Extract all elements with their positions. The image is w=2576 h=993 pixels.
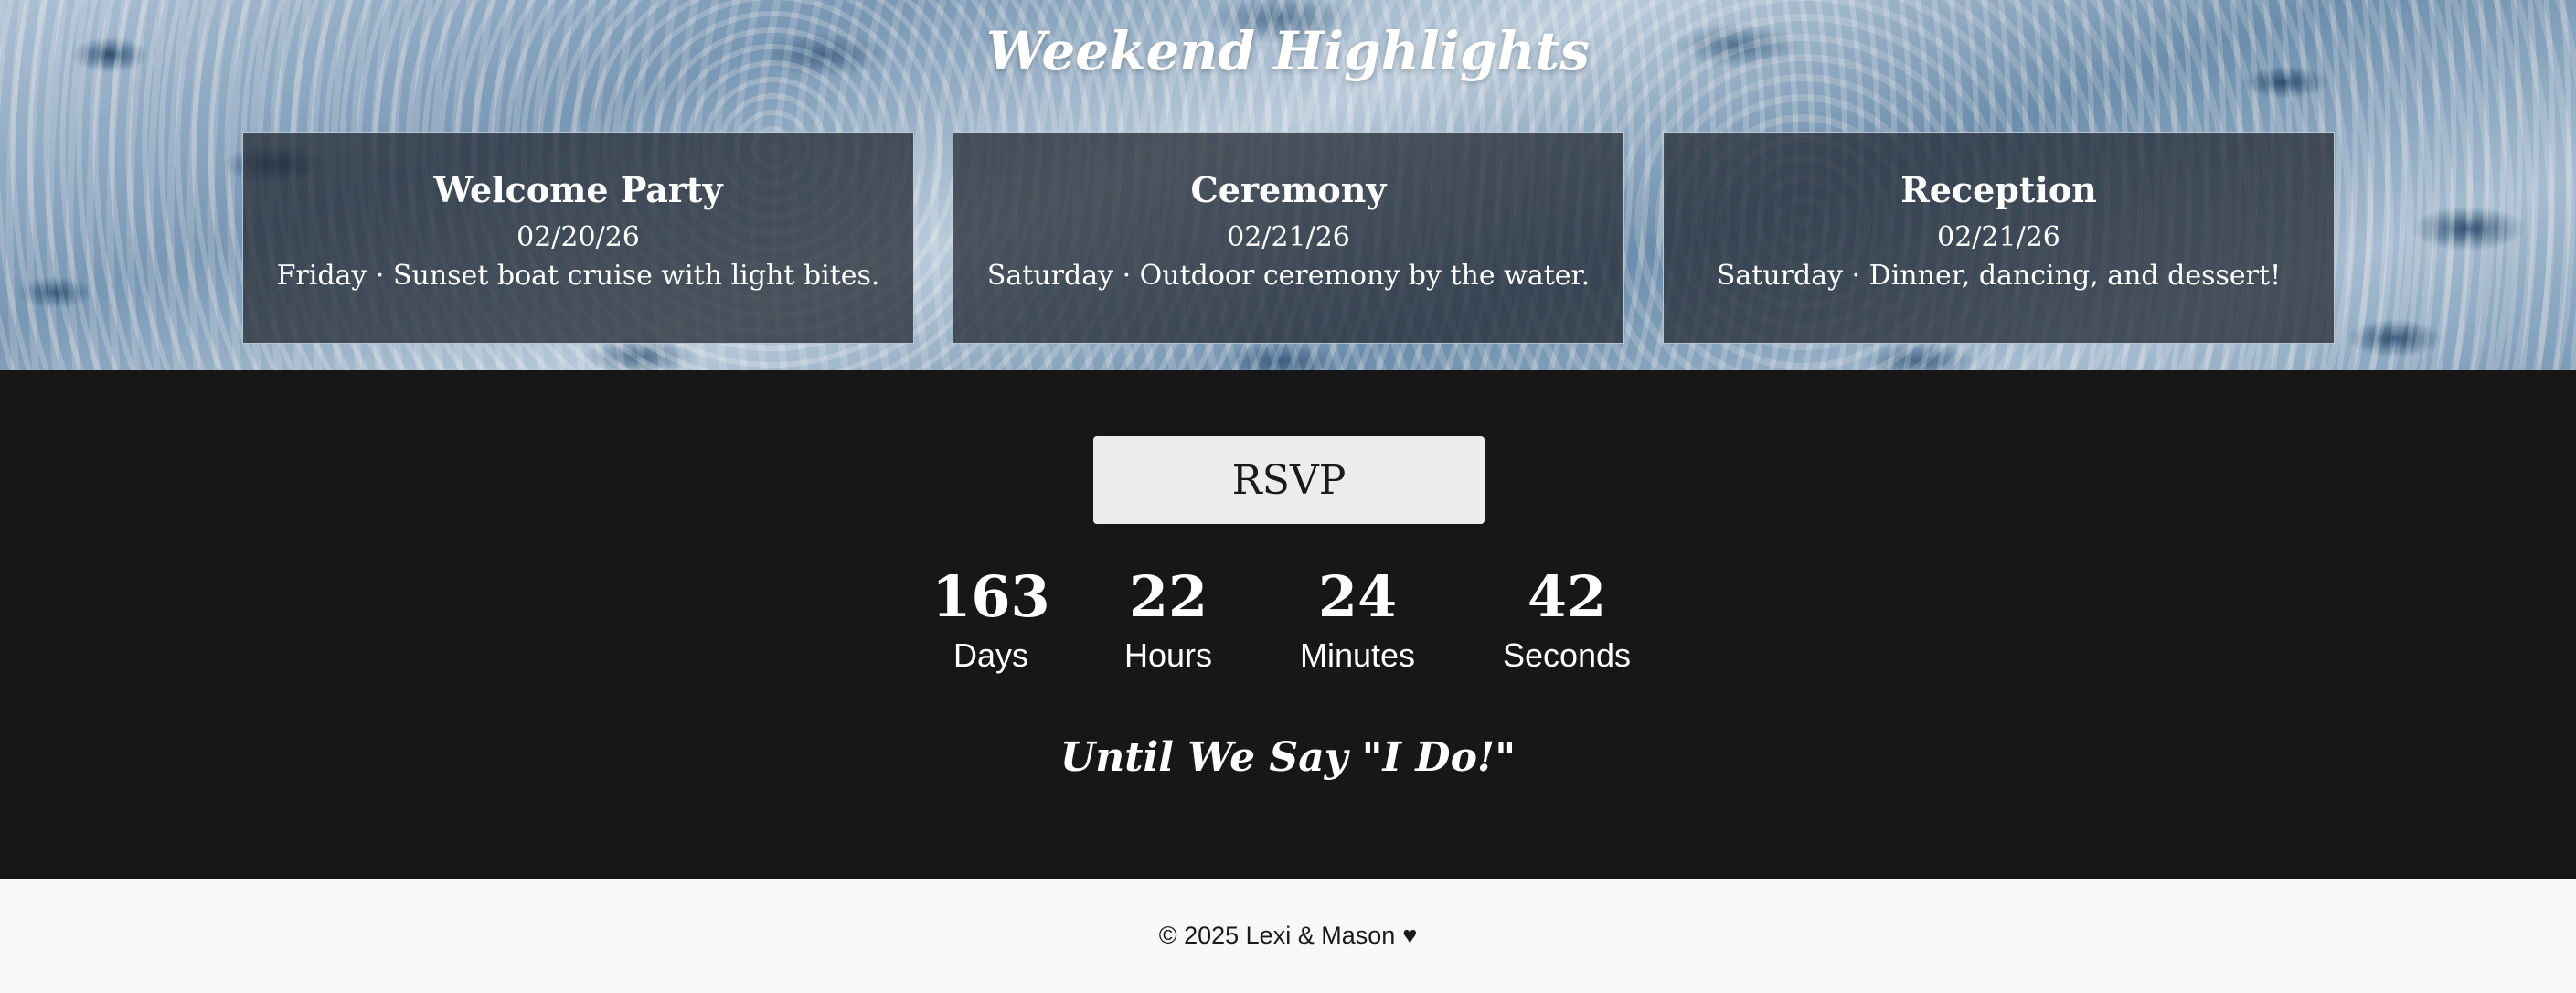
countdown-seconds: 42 Seconds <box>1457 562 1677 678</box>
heart-icon: ♥ <box>1402 922 1418 949</box>
event-date: 02/20/26 <box>516 221 640 253</box>
seconds-label: Seconds <box>1502 636 1632 674</box>
footer: © 2025 Lexi & Mason ♥ <box>0 879 2576 993</box>
seconds-value: 42 <box>1527 563 1607 630</box>
section-title: Weekend Highlights <box>985 20 1590 82</box>
hours-label: Hours <box>1123 636 1213 674</box>
countdown-tagline: Until We Say "I Do!" <box>1059 734 1517 781</box>
countdown-hours: 22 Hours <box>1059 562 1278 678</box>
rsvp-button[interactable]: RSVP <box>1093 436 1485 524</box>
event-description: Saturday · Dinner, dancing, and dessert! <box>1716 260 2282 292</box>
event-title: Reception <box>1900 169 2097 210</box>
event-card-welcome-party: Welcome Party 02/20/26 Friday · Sunset b… <box>242 132 914 344</box>
minutes-label: Minutes <box>1299 636 1416 674</box>
event-date: 02/21/26 <box>1937 221 2060 253</box>
event-cards: Welcome Party 02/20/26 Friday · Sunset b… <box>242 132 2336 344</box>
countdown-minutes: 24 Minutes <box>1248 562 1467 678</box>
hours-value: 22 <box>1128 563 1208 630</box>
event-description: Friday · Sunset boat cruise with light b… <box>276 260 880 292</box>
event-card-reception: Reception 02/21/26 Saturday · Dinner, da… <box>1663 132 2335 344</box>
minutes-value: 24 <box>1317 563 1398 630</box>
event-title: Welcome Party <box>433 169 723 210</box>
event-title: Ceremony <box>1190 169 1387 210</box>
event-card-ceremony: Ceremony 02/21/26 Saturday · Outdoor cer… <box>953 132 1624 344</box>
copyright-text: © 2025 Lexi & Mason <box>1158 922 1396 949</box>
countdown-timer: 163 Days 22 Hours 24 Minutes 42 Seconds <box>0 562 2576 681</box>
event-date: 02/21/26 <box>1227 221 1350 253</box>
hero-section: Weekend Highlights Welcome Party 02/20/2… <box>0 0 2576 370</box>
event-description: Saturday · Outdoor ceremony by the water… <box>986 260 1591 292</box>
countdown-section: RSVP 163 Days 22 Hours 24 Minutes 42 Sec… <box>0 370 2576 879</box>
